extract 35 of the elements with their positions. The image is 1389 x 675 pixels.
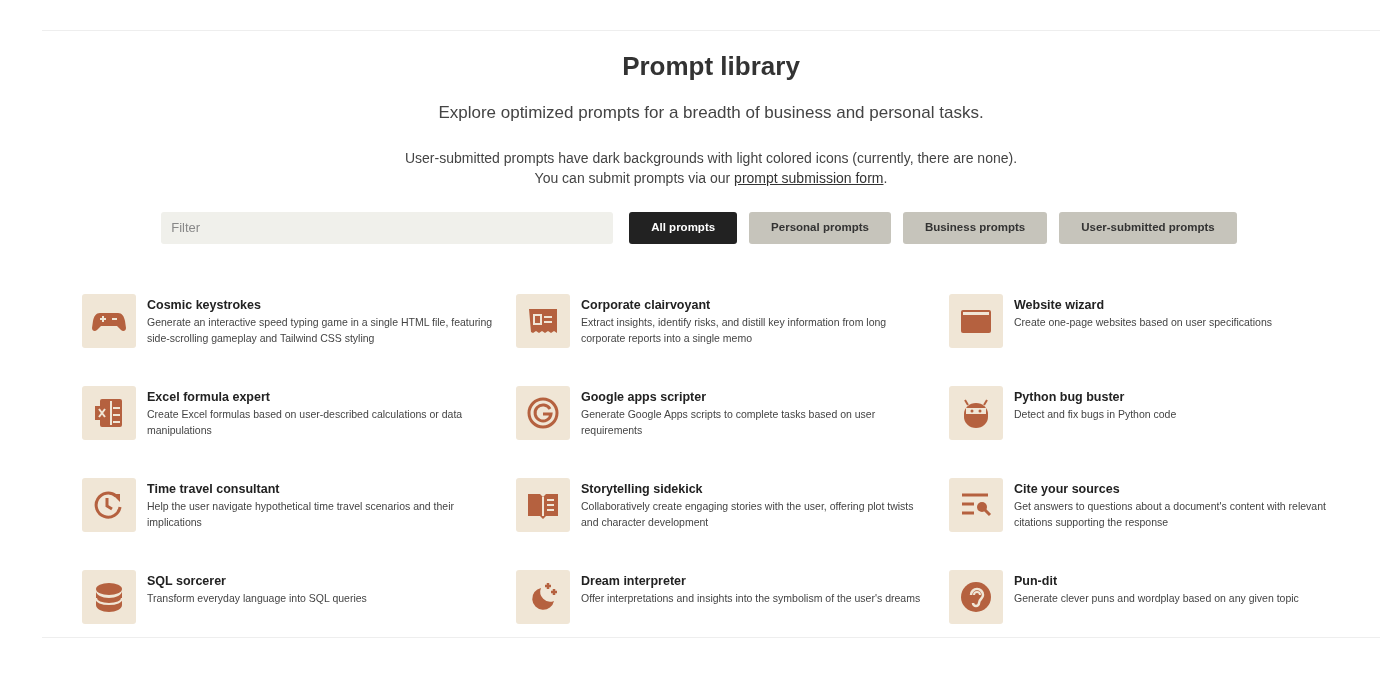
info-text: You can submit prompts via our prompt submission form.	[533, 168, 889, 188]
prompt-description: Create one-page websites based on user specifications	[1014, 315, 1272, 331]
prompt-description: Generate clever puns and wordplay based on any given topic	[1014, 591, 1299, 607]
prompt-description: Create Excel formulas based on user-described calculations or data manipulations	[147, 407, 464, 439]
prompt-title[interactable]: Google apps scripter	[581, 387, 931, 407]
prompt-description: Detect and fix bugs in Python code	[1014, 407, 1177, 423]
ear-icon	[959, 579, 993, 614]
prompt-title[interactable]: Cosmic keystrokes	[147, 295, 497, 315]
prompt-title[interactable]: Cite your sources	[1014, 479, 1364, 499]
category-tab[interactable]: User-submitted prompts	[1059, 211, 1237, 244]
page-title: Prompt library	[621, 51, 801, 83]
prompt-title[interactable]: Website wizard	[1014, 295, 1272, 315]
category-tab[interactable]: Personal prompts	[749, 211, 891, 244]
letter-g-icon	[526, 395, 560, 430]
prompt-description: Extract insights, identify risks, and distill key information from long corporate reports into a single memo	[581, 315, 888, 347]
prompt-title[interactable]: Dream interpreter	[581, 571, 921, 591]
prompt-title[interactable]: Corporate clairvoyant	[581, 295, 931, 315]
category-tab[interactable]: All prompts	[629, 211, 738, 244]
category-tab[interactable]: Business prompts	[902, 211, 1048, 244]
prompt-description: Get answers to questions about a document's content with relevant citations supporting the response	[1014, 499, 1327, 531]
prompt-description: Transform everyday language into SQL queries	[147, 591, 367, 607]
filter-field[interactable]: Filter	[161, 211, 614, 244]
prompt-title[interactable]: Python bug buster	[1014, 387, 1177, 407]
prompt-title[interactable]: Time travel consultant	[147, 479, 497, 499]
page-subtitle: Explore optimized prompts for a breadth of business and personal tasks.	[437, 102, 985, 125]
info-text: User-submitted prompts have dark backgrounds with light colored icons (currently, there are none).	[403, 148, 1019, 168]
prompt-description: Offer interpretations and insights into the symbolism of the user's dreams	[581, 591, 921, 607]
prompt-title[interactable]: Pun-dit	[1014, 571, 1299, 591]
prompt-title[interactable]: Excel formula expert	[147, 387, 497, 407]
prompt-description: Help the user navigate hypothetical time travel scenarios and their implications	[147, 499, 455, 531]
prompt-title[interactable]: SQL sorcerer	[147, 571, 367, 591]
prompt-title[interactable]: Storytelling sidekick	[581, 479, 931, 499]
prompt-description: Generate Google Apps scripts to complete tasks based on user requirements	[581, 407, 877, 439]
prompt-description: Generate an interactive speed typing game in a single HTML file, featuring side-scrolling gameplay and Tailwind CSS styling	[147, 315, 494, 347]
prompt-description: Collaboratively create engaging stories with the user, offering plot twists and character development	[581, 499, 915, 531]
